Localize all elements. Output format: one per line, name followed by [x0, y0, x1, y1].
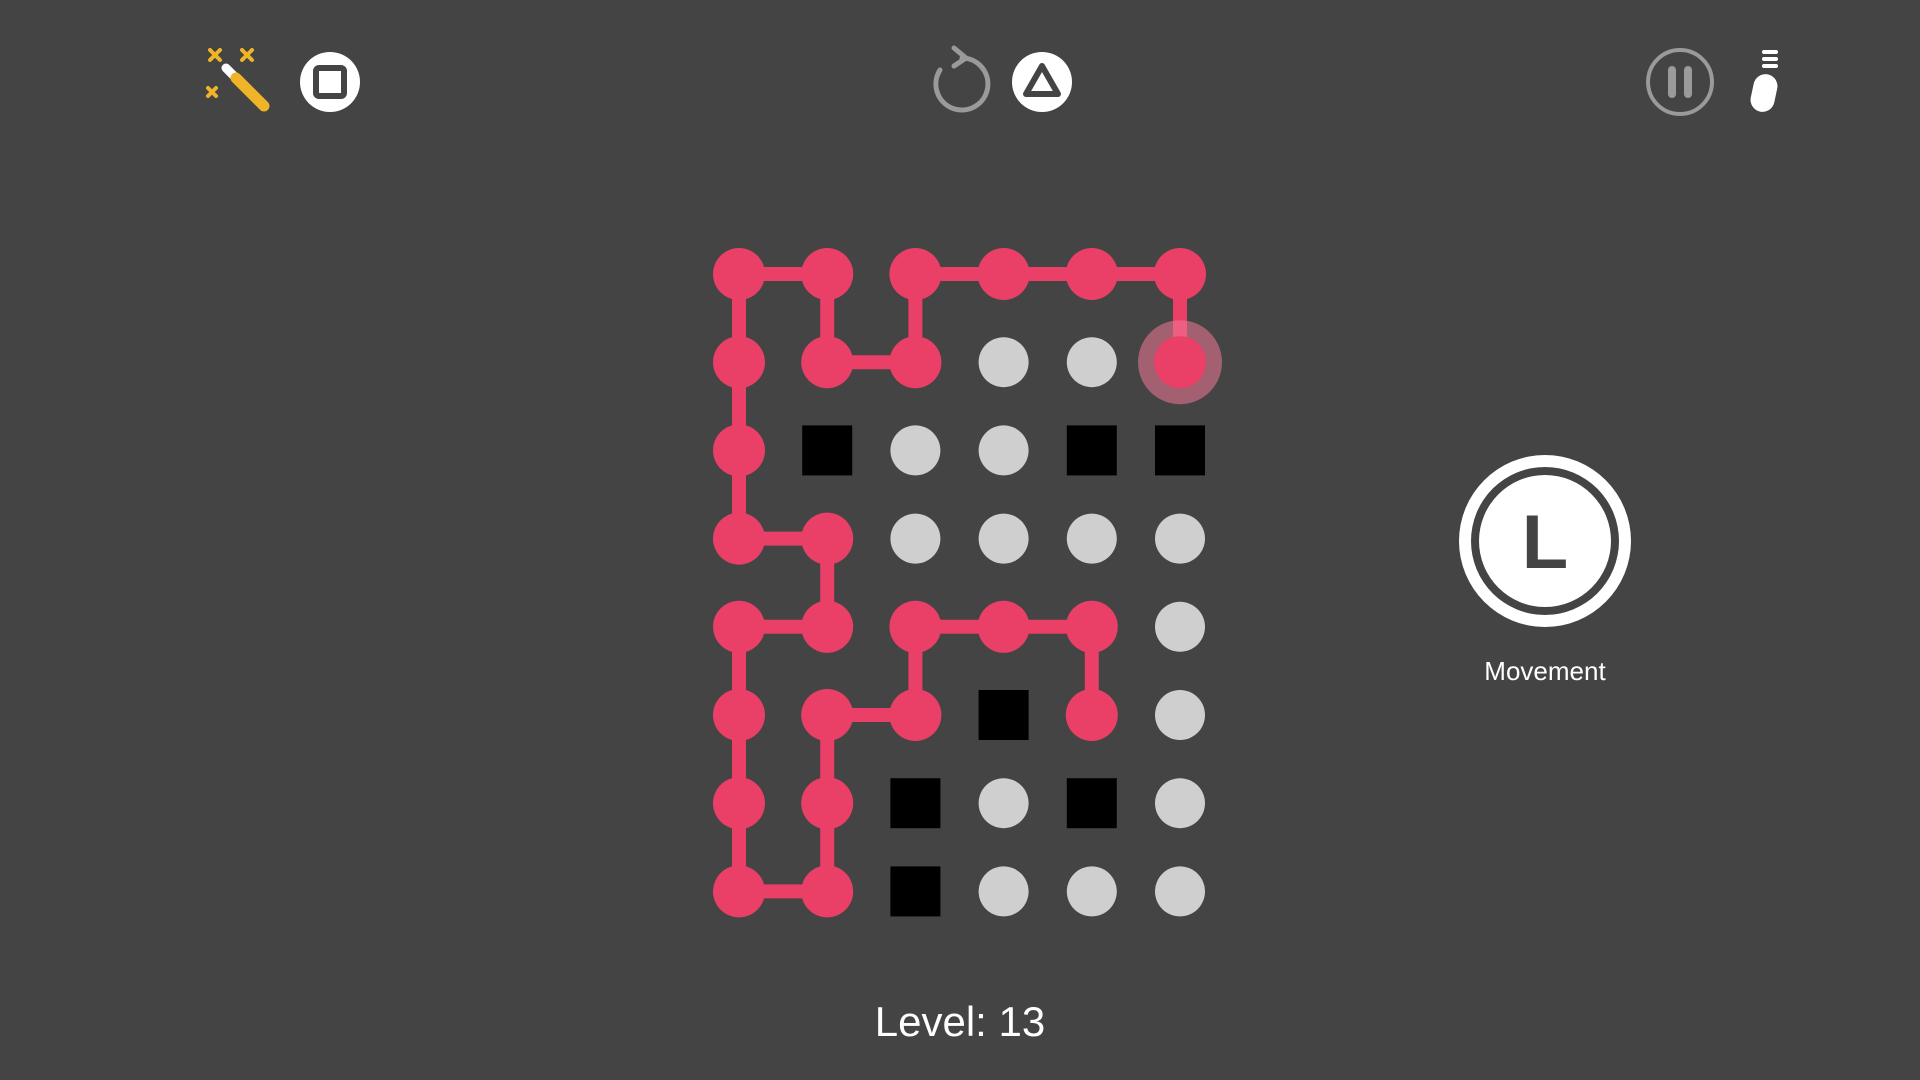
- empty-dot[interactable]: [1066, 513, 1117, 564]
- path-node: [713, 248, 765, 300]
- path-node: [1065, 248, 1118, 300]
- path-node: [713, 600, 765, 653]
- level-indicator: Level: 13: [874, 998, 1046, 1045]
- path-node: [713, 865, 765, 918]
- empty-dot[interactable]: [978, 778, 1029, 829]
- path-node: [713, 777, 765, 830]
- path-node: [1154, 248, 1206, 300]
- path-node: [889, 248, 942, 300]
- wall-block: [890, 778, 941, 829]
- empty-dot[interactable]: [978, 337, 1029, 388]
- path-node: [713, 689, 765, 741]
- path-node: [977, 600, 1030, 653]
- wall-block: [978, 690, 1029, 740]
- wall-block: [890, 866, 941, 917]
- path-node: [713, 512, 765, 565]
- path-node: [801, 777, 854, 830]
- path-node: [801, 600, 854, 653]
- empty-dot[interactable]: [978, 513, 1029, 564]
- empty-dot[interactable]: [1155, 513, 1205, 564]
- path-node: [801, 865, 854, 918]
- movement-button-letter: L: [1522, 500, 1568, 585]
- wall-block: [802, 425, 853, 476]
- path-node: [977, 248, 1030, 300]
- wall-block: [1155, 425, 1205, 476]
- empty-dot[interactable]: [978, 866, 1029, 917]
- empty-dot[interactable]: [1155, 690, 1205, 740]
- path-node: [889, 689, 942, 741]
- path-node: [801, 248, 854, 300]
- path-node: [801, 512, 854, 565]
- path-node: [801, 336, 854, 389]
- path-node: [1065, 600, 1118, 653]
- empty-dot[interactable]: [1066, 866, 1117, 917]
- path-head-node: [1154, 336, 1206, 389]
- empty-dot[interactable]: [1155, 601, 1205, 652]
- path-node: [713, 424, 765, 477]
- empty-dot[interactable]: [890, 425, 941, 476]
- path-node: [801, 689, 854, 741]
- movement-l-button[interactable]: L: [1456, 452, 1634, 630]
- wall-block: [1066, 425, 1117, 476]
- path-node: [889, 336, 942, 389]
- empty-dot[interactable]: [1155, 866, 1205, 917]
- path-node: [889, 600, 942, 653]
- game-screen: L Movement Level: 13: [0, 0, 1920, 1080]
- path-node: [713, 336, 765, 389]
- empty-dot[interactable]: [1066, 337, 1117, 388]
- wall-block: [1066, 778, 1117, 829]
- movement-label: Movement: [1484, 656, 1606, 686]
- empty-dot[interactable]: [890, 513, 941, 564]
- empty-dot[interactable]: [978, 425, 1029, 476]
- empty-dot[interactable]: [1155, 778, 1205, 829]
- path-node: [1065, 689, 1118, 741]
